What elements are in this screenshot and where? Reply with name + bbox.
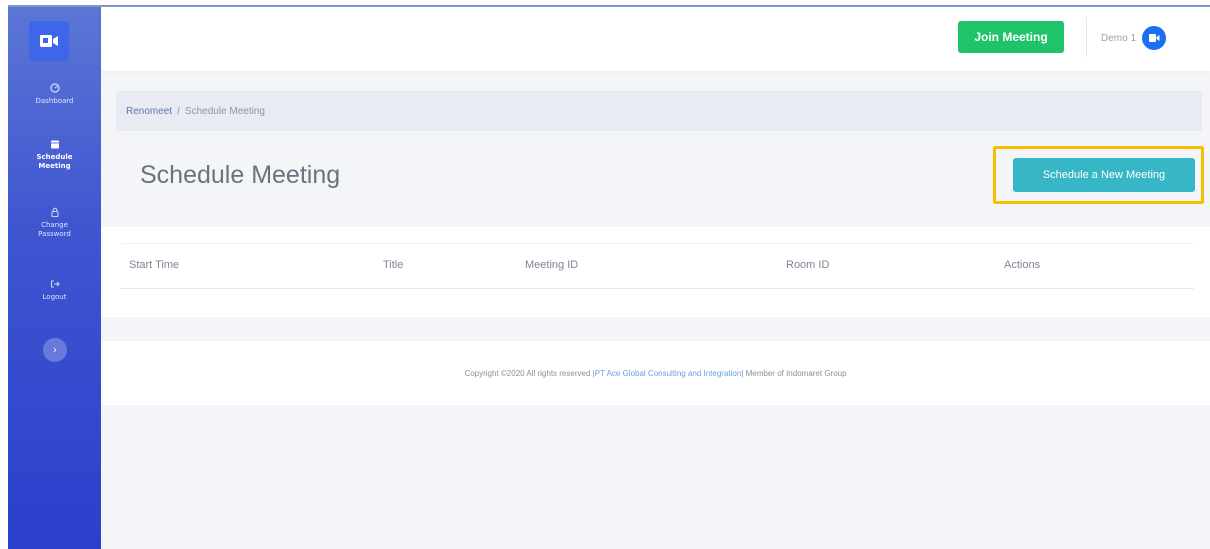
sidebar-item-dashboard[interactable]: Dashboard — [8, 83, 101, 106]
sidebar-item-schedule-meeting[interactable]: Schedule Meeting — [8, 139, 101, 171]
top-bar: Join Meeting Demo 1 — [101, 7, 1210, 71]
sidebar-item-label: Logout — [42, 293, 67, 301]
page-title: Schedule Meeting — [140, 161, 341, 189]
footer: Copyright ©2020 All rights reserved | PT… — [101, 341, 1210, 405]
calendar-icon — [50, 140, 59, 149]
page-header: Schedule Meeting Schedule a New Meeting — [116, 143, 1204, 223]
logout-icon — [50, 280, 60, 288]
schedule-new-meeting-button[interactable]: Schedule a New Meeting — [1013, 158, 1195, 192]
column-header-title[interactable]: Title — [383, 259, 403, 271]
column-header-start-time[interactable]: Start Time — [129, 259, 179, 271]
empty-content-area — [101, 405, 1210, 549]
footer-copyright: Copyright ©2020 All rights reserved | — [464, 368, 595, 378]
sidebar: Dashboard Schedule Meeting Change Passwo… — [8, 7, 101, 549]
column-header-meeting-id[interactable]: Meeting ID — [525, 259, 578, 271]
meetings-table-header: Start Time Title Meeting ID Room ID Acti… — [121, 243, 1194, 289]
breadcrumb: Renomeet / Schedule Meeting — [116, 91, 1202, 131]
user-name: Demo 1 — [1101, 32, 1137, 44]
sidebar-item-label: Dashboard — [35, 97, 74, 105]
video-camera-icon — [40, 35, 58, 47]
sidebar-item-change-password[interactable]: Change Password — [8, 207, 101, 239]
sidebar-toggle-button[interactable]: › — [43, 338, 67, 362]
app-window: Dashboard Schedule Meeting Change Passwo… — [8, 5, 1210, 549]
join-meeting-button[interactable]: Join Meeting — [958, 21, 1064, 53]
column-header-actions: Actions — [1004, 259, 1041, 271]
avatar[interactable] — [1142, 26, 1167, 50]
user-menu[interactable]: Demo 1 — [1101, 23, 1167, 53]
meetings-table-section: Start Time Title Meeting ID Room ID Acti… — [101, 227, 1210, 317]
dashboard-icon — [49, 83, 60, 93]
footer-member: | Member of Indomaret Group — [741, 368, 847, 378]
chevron-right-icon: › — [53, 344, 57, 356]
user-avatar-icon — [1149, 34, 1160, 42]
breadcrumb-home-link[interactable]: Renomeet — [126, 106, 172, 117]
breadcrumb-current: Schedule Meeting — [184, 105, 265, 117]
sidebar-item-label: Schedule Meeting — [36, 153, 73, 170]
topbar-divider — [1086, 17, 1087, 57]
column-header-room-id[interactable]: Room ID — [786, 259, 829, 271]
breadcrumb-separator: / — [177, 105, 180, 117]
lock-icon — [50, 207, 59, 217]
sidebar-item-label: Change Password — [38, 221, 71, 238]
sidebar-item-logout[interactable]: Logout — [8, 279, 101, 302]
footer-company-link[interactable]: PT Ace Global Consulting and Integration — [595, 369, 742, 378]
app-logo[interactable] — [29, 21, 69, 61]
